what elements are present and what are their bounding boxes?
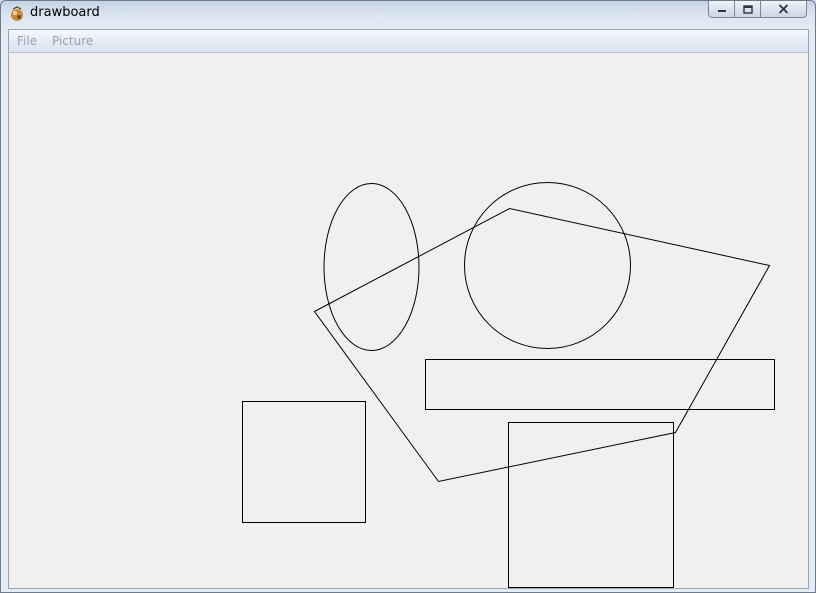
app-window: drawboard File Picture bbox=[0, 0, 816, 593]
circle-shape[interactable] bbox=[464, 182, 631, 349]
rectangle-shape-small[interactable] bbox=[242, 401, 366, 523]
app-icon bbox=[11, 6, 23, 21]
polygon-shape[interactable] bbox=[313, 207, 771, 483]
drawing-canvas[interactable] bbox=[9, 53, 808, 588]
minimize-icon bbox=[717, 10, 726, 12]
window-title: drawboard bbox=[30, 5, 100, 20]
title-bar[interactable]: drawboard bbox=[1, 1, 815, 28]
rectangle-shape-wide[interactable] bbox=[425, 359, 775, 410]
menu-picture[interactable]: Picture bbox=[52, 33, 93, 49]
close-button[interactable] bbox=[760, 1, 807, 18]
close-icon bbox=[778, 4, 789, 14]
minimize-button[interactable] bbox=[708, 1, 735, 18]
menu-file[interactable]: File bbox=[17, 33, 37, 49]
rectangle-shape-large[interactable] bbox=[508, 422, 674, 588]
menu-bar: File Picture bbox=[9, 30, 808, 53]
maximize-button[interactable] bbox=[734, 1, 761, 18]
maximize-icon bbox=[742, 4, 753, 14]
client-area: File Picture bbox=[8, 29, 809, 589]
ellipse-shape[interactable] bbox=[323, 183, 420, 351]
